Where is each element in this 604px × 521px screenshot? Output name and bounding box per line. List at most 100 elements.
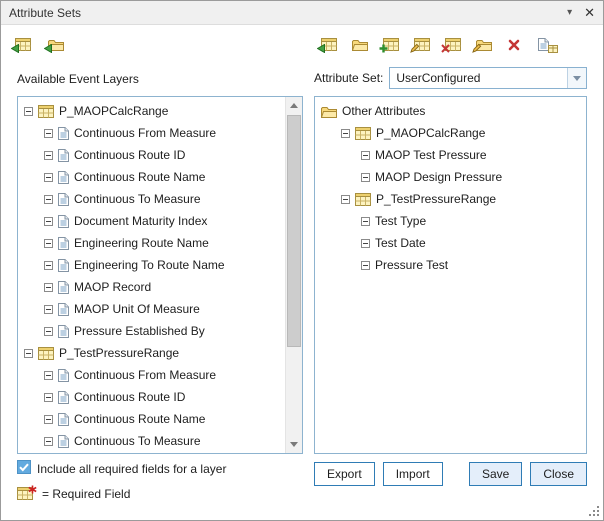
tree-item-document-maturity-index[interactable]: Document Maturity Index (18, 210, 285, 232)
insert-field-icon[interactable] (319, 37, 339, 54)
rename-attribute-set-icon[interactable] (474, 37, 494, 54)
tree-item-label: Pressure Test (375, 258, 448, 272)
tree-item-test-date[interactable]: Test Date (315, 232, 586, 254)
tree-item-label: Continuous To Measure (74, 192, 201, 206)
page-icon (58, 237, 69, 250)
tree-item-pressure-test[interactable]: Pressure Test (315, 254, 586, 276)
expand-collapse-icon[interactable] (361, 151, 370, 160)
footer-buttons: Export Import Save Close (314, 462, 587, 486)
tree-item-maop-design-pressure[interactable]: MAOP Design Pressure (315, 166, 586, 188)
tree-item-continuous-route-name[interactable]: Continuous Route Name (18, 166, 285, 188)
expand-collapse-icon[interactable] (341, 195, 350, 204)
expand-collapse-icon[interactable] (44, 261, 53, 270)
export-button[interactable]: Export (314, 462, 375, 486)
tree-item-continuous-from-measure[interactable]: Continuous From Measure (18, 364, 285, 386)
expand-collapse-icon[interactable] (44, 239, 53, 248)
expand-collapse-icon[interactable] (24, 107, 33, 116)
tree-item-other-attributes[interactable]: Other Attributes (315, 100, 586, 122)
tree-item-engineering-route-name[interactable]: Engineering Route Name (18, 232, 285, 254)
tree-item-p-maopcalcrange[interactable]: P_MAOPCalcRange (315, 122, 586, 144)
arrow-down-icon (290, 442, 298, 447)
tree-item-label: Continuous To Measure (74, 434, 201, 448)
attribute-set-label: Attribute Set: (314, 71, 383, 85)
tree-item-label: Continuous From Measure (74, 126, 216, 140)
titlebar: Attribute Sets ▾ ✕ (1, 1, 603, 25)
add-all-layers-icon[interactable] (46, 37, 66, 54)
tree-item-continuous-route-name[interactable]: Continuous Route Name (18, 408, 285, 430)
expand-collapse-icon[interactable] (44, 415, 53, 424)
tree-item-label: P_TestPressureRange (376, 192, 496, 206)
scrollbar-up-button[interactable] (286, 97, 302, 114)
edit-attribute-set-icon[interactable] (412, 37, 432, 54)
tree-item-label: Test Date (375, 236, 426, 250)
tree-item-p-testpressurerange[interactable]: P_TestPressureRange (18, 342, 285, 364)
tree-item-maop-test-pressure[interactable]: MAOP Test Pressure (315, 144, 586, 166)
expand-collapse-icon[interactable] (44, 393, 53, 402)
available-event-layers-panel: P_MAOPCalcRangeContinuous From MeasureCo… (17, 96, 303, 454)
save-button[interactable]: Save (469, 462, 522, 486)
arrow-up-icon (290, 103, 298, 108)
tree-item-engineering-to-route-name[interactable]: Engineering To Route Name (18, 254, 285, 276)
remove-attribute-set-icon[interactable] (443, 37, 463, 54)
vertical-scrollbar[interactable] (285, 97, 302, 453)
table-icon (355, 127, 371, 140)
tree-item-maop-unit-of-measure[interactable]: MAOP Unit Of Measure (18, 298, 285, 320)
tree-item-label: Pressure Established By (74, 324, 205, 338)
folder-icon (321, 105, 337, 118)
expand-collapse-icon[interactable] (44, 173, 53, 182)
delete-icon[interactable] (505, 37, 525, 54)
close-icon[interactable]: ✕ (584, 6, 595, 19)
tree-item-p-maopcalcrange[interactable]: P_MAOPCalcRange (18, 100, 285, 122)
expand-collapse-icon[interactable] (361, 173, 370, 182)
import-button[interactable]: Import (383, 462, 443, 486)
expand-collapse-icon[interactable] (361, 261, 370, 270)
page-icon (58, 259, 69, 272)
add-attribute-set-icon[interactable] (381, 37, 401, 54)
scrollbar-down-button[interactable] (286, 436, 302, 453)
tree-item-test-type[interactable]: Test Type (315, 210, 586, 232)
scrollbar-thumb[interactable] (287, 115, 301, 347)
expand-collapse-icon[interactable] (44, 327, 53, 336)
tree-item-maop-record[interactable]: MAOP Record (18, 276, 285, 298)
tree-item-continuous-route-id[interactable]: Continuous Route ID (18, 144, 285, 166)
tree-item-pressure-established-by[interactable]: Pressure Established By (18, 320, 285, 342)
add-event-layer-icon[interactable] (13, 37, 33, 54)
page-icon (58, 413, 69, 426)
attribute-set-panel: Other AttributesP_MAOPCalcRangeMAOP Test… (314, 96, 587, 454)
expand-collapse-icon[interactable] (44, 195, 53, 204)
tree-item-label: MAOP Unit Of Measure (74, 302, 200, 316)
attribute-set-dropdown[interactable]: UserConfigured (389, 67, 587, 89)
tree-item-continuous-to-measure[interactable]: Continuous To Measure (18, 188, 285, 210)
page-icon (58, 281, 69, 294)
include-required-checkbox[interactable] (17, 460, 31, 477)
expand-collapse-icon[interactable] (361, 239, 370, 248)
expand-collapse-icon[interactable] (44, 151, 53, 160)
expand-collapse-icon[interactable] (341, 129, 350, 138)
tree-item-label: Continuous Route Name (74, 170, 205, 184)
expand-collapse-icon[interactable] (361, 217, 370, 226)
expand-collapse-icon[interactable] (44, 217, 53, 226)
dropdown-arrow-button[interactable] (567, 68, 586, 88)
new-group-icon[interactable] (350, 37, 370, 54)
tree-item-p-testpressurerange[interactable]: P_TestPressureRange (315, 188, 586, 210)
expand-collapse-icon[interactable] (44, 305, 53, 314)
expand-collapse-icon[interactable] (44, 437, 53, 446)
tree-item-continuous-to-measure[interactable]: Continuous To Measure (18, 430, 285, 452)
window-title: Attribute Sets (9, 6, 81, 20)
properties-icon[interactable] (536, 37, 556, 54)
page-icon (58, 149, 69, 162)
expand-collapse-icon[interactable] (24, 349, 33, 358)
required-field-legend: = Required Field (17, 486, 130, 501)
tree-item-label: P_MAOPCalcRange (59, 104, 168, 118)
resize-grip[interactable] (589, 506, 600, 517)
tree-item-continuous-route-id[interactable]: Continuous Route ID (18, 386, 285, 408)
tree-item-label: Test Type (375, 214, 426, 228)
tree-item-continuous-from-measure[interactable]: Continuous From Measure (18, 122, 285, 144)
dock-menu-icon[interactable]: ▾ (567, 8, 572, 18)
close-button[interactable]: Close (530, 462, 587, 486)
expand-collapse-icon[interactable] (44, 283, 53, 292)
expand-collapse-icon[interactable] (44, 371, 53, 380)
expand-collapse-icon[interactable] (44, 129, 53, 138)
page-icon (58, 171, 69, 184)
include-required-fields-row: Include all required fields for a layer (17, 460, 226, 477)
